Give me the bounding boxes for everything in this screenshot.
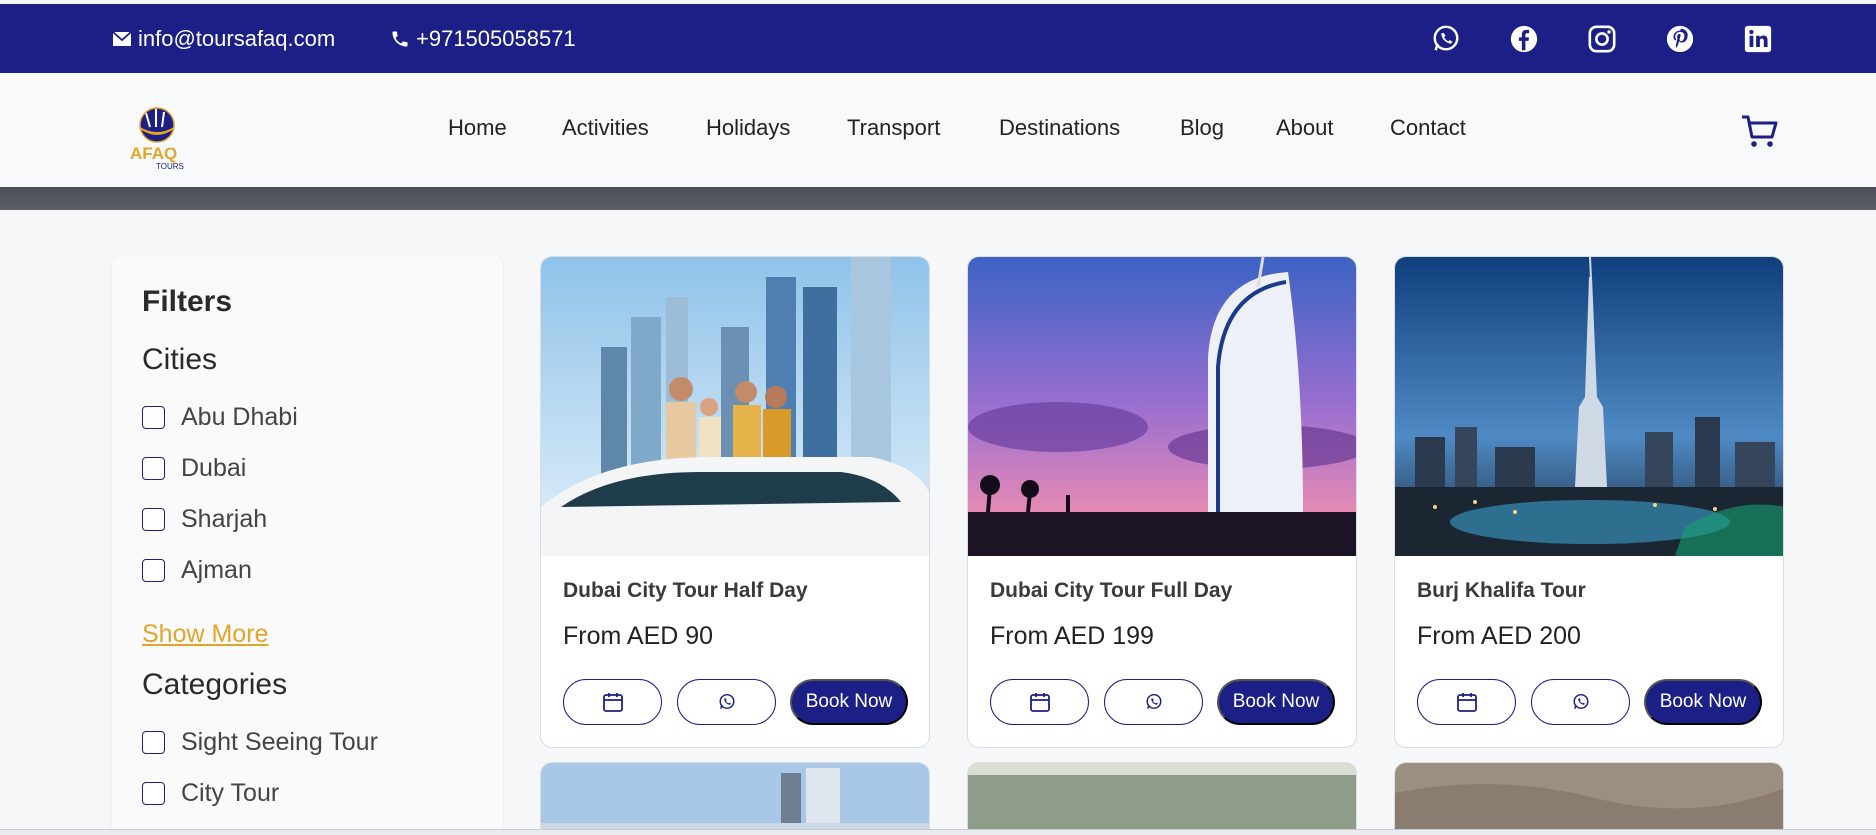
phone-text: +971505058571: [416, 25, 576, 51]
checkbox[interactable]: [142, 558, 165, 582]
linkedin-icon[interactable]: [1741, 22, 1775, 56]
whatsapp-button[interactable]: [677, 679, 776, 725]
checkbox[interactable]: [142, 405, 165, 429]
category-label: Sight Seeing Tour: [181, 727, 378, 756]
city-label: Abu Dhabi: [181, 402, 298, 431]
nav-contact[interactable]: Contact: [1390, 115, 1466, 141]
checkbox[interactable]: [142, 507, 165, 531]
city-label: Dubai: [181, 453, 247, 482]
page-bottom-edge: [0, 829, 1876, 835]
city-label: Ajman: [181, 555, 252, 584]
category-label: City Tour: [181, 778, 280, 807]
tour-card[interactable]: [967, 762, 1357, 835]
city-option-dubai[interactable]: Dubai: [142, 453, 246, 483]
book-now-button[interactable]: Book Now: [1644, 679, 1762, 725]
book-now-button[interactable]: Book Now: [790, 679, 908, 725]
nav-home[interactable]: Home: [448, 115, 507, 141]
filters-panel: Filters Cities Abu Dhabi Dubai Sharjah A…: [112, 255, 503, 835]
svg-text:AFAQ: AFAQ: [130, 144, 177, 163]
tour-price: From AED 200: [1417, 622, 1581, 650]
checkbox[interactable]: [142, 781, 165, 805]
tour-image: [541, 763, 929, 835]
nav-activities[interactable]: Activities: [562, 115, 649, 141]
tour-card[interactable]: [540, 762, 930, 835]
tour-card[interactable]: Dubai City Tour Half Day From AED 90 Boo…: [540, 256, 930, 748]
checkbox[interactable]: [142, 730, 165, 754]
phone-link[interactable]: +971505058571: [390, 4, 576, 73]
calendar-button[interactable]: [1417, 679, 1516, 725]
categories-heading: Categories: [142, 668, 288, 701]
tour-image: [968, 763, 1356, 835]
whatsapp-icon: [719, 693, 734, 709]
city-option-abu-dhabi[interactable]: Abu Dhabi: [142, 402, 298, 432]
hero-banner-strip: [0, 187, 1876, 210]
top-contact-bar: info@toursafaq.com +971505058571: [0, 4, 1876, 73]
whatsapp-button[interactable]: [1104, 679, 1203, 725]
tour-price: From AED 199: [990, 622, 1154, 650]
tour-title[interactable]: Burj Khalifa Tour: [1417, 579, 1586, 603]
nav-blog[interactable]: Blog: [1180, 115, 1224, 141]
book-now-button[interactable]: Book Now: [1217, 679, 1335, 725]
tour-card[interactable]: Burj Khalifa Tour From AED 200 Book Now: [1394, 256, 1784, 748]
calendar-icon: [1029, 693, 1050, 712]
email-link[interactable]: info@toursafaq.com: [112, 4, 335, 73]
instagram-icon[interactable]: [1585, 22, 1619, 56]
calendar-icon: [602, 693, 623, 712]
mail-icon: [112, 30, 132, 46]
phone-icon: [392, 31, 408, 46]
whatsapp-icon[interactable]: [1429, 22, 1463, 56]
email-text: info@toursafaq.com: [138, 25, 336, 51]
tour-title[interactable]: Dubai City Tour Half Day: [563, 579, 808, 603]
tour-image: [968, 257, 1356, 556]
afaq-logo[interactable]: AFAQ TOURS: [128, 103, 190, 171]
city-label: Sharjah: [181, 504, 268, 533]
whatsapp-icon: [1146, 693, 1161, 709]
calendar-icon: [1456, 693, 1477, 712]
nav-transport[interactable]: Transport: [847, 115, 940, 141]
cart-icon[interactable]: [1740, 113, 1778, 154]
nav-destinations[interactable]: Destinations: [999, 115, 1120, 141]
facebook-icon[interactable]: [1507, 22, 1541, 56]
whatsapp-button[interactable]: [1531, 679, 1630, 725]
tour-image: [1395, 257, 1783, 556]
checkbox[interactable]: [142, 456, 165, 480]
tour-image: [1395, 763, 1783, 835]
pinterest-icon[interactable]: [1663, 22, 1697, 56]
nav-about[interactable]: About: [1276, 115, 1334, 141]
tour-card[interactable]: [1394, 762, 1784, 835]
filters-title: Filters: [142, 285, 233, 318]
whatsapp-icon: [1573, 693, 1588, 709]
category-option-city-tour[interactable]: City Tour: [142, 778, 279, 808]
tour-card[interactable]: Dubai City Tour Full Day From AED 199 Bo…: [967, 256, 1357, 748]
svg-text:TOURS: TOURS: [156, 162, 184, 171]
nav-holidays[interactable]: Holidays: [706, 115, 790, 141]
calendar-button[interactable]: [990, 679, 1089, 725]
cities-heading: Cities: [142, 343, 218, 376]
tour-price: From AED 90: [563, 622, 714, 650]
show-more-link[interactable]: Show More: [142, 620, 268, 649]
calendar-button[interactable]: [563, 679, 662, 725]
city-option-sharjah[interactable]: Sharjah: [142, 504, 267, 534]
tour-title[interactable]: Dubai City Tour Full Day: [990, 579, 1232, 603]
city-option-ajman[interactable]: Ajman: [142, 555, 252, 585]
category-option-sightseeing[interactable]: Sight Seeing Tour: [142, 727, 378, 757]
tour-image: [541, 257, 929, 556]
main-navbar: AFAQ TOURS Home Activities Holidays Tran…: [0, 73, 1876, 187]
